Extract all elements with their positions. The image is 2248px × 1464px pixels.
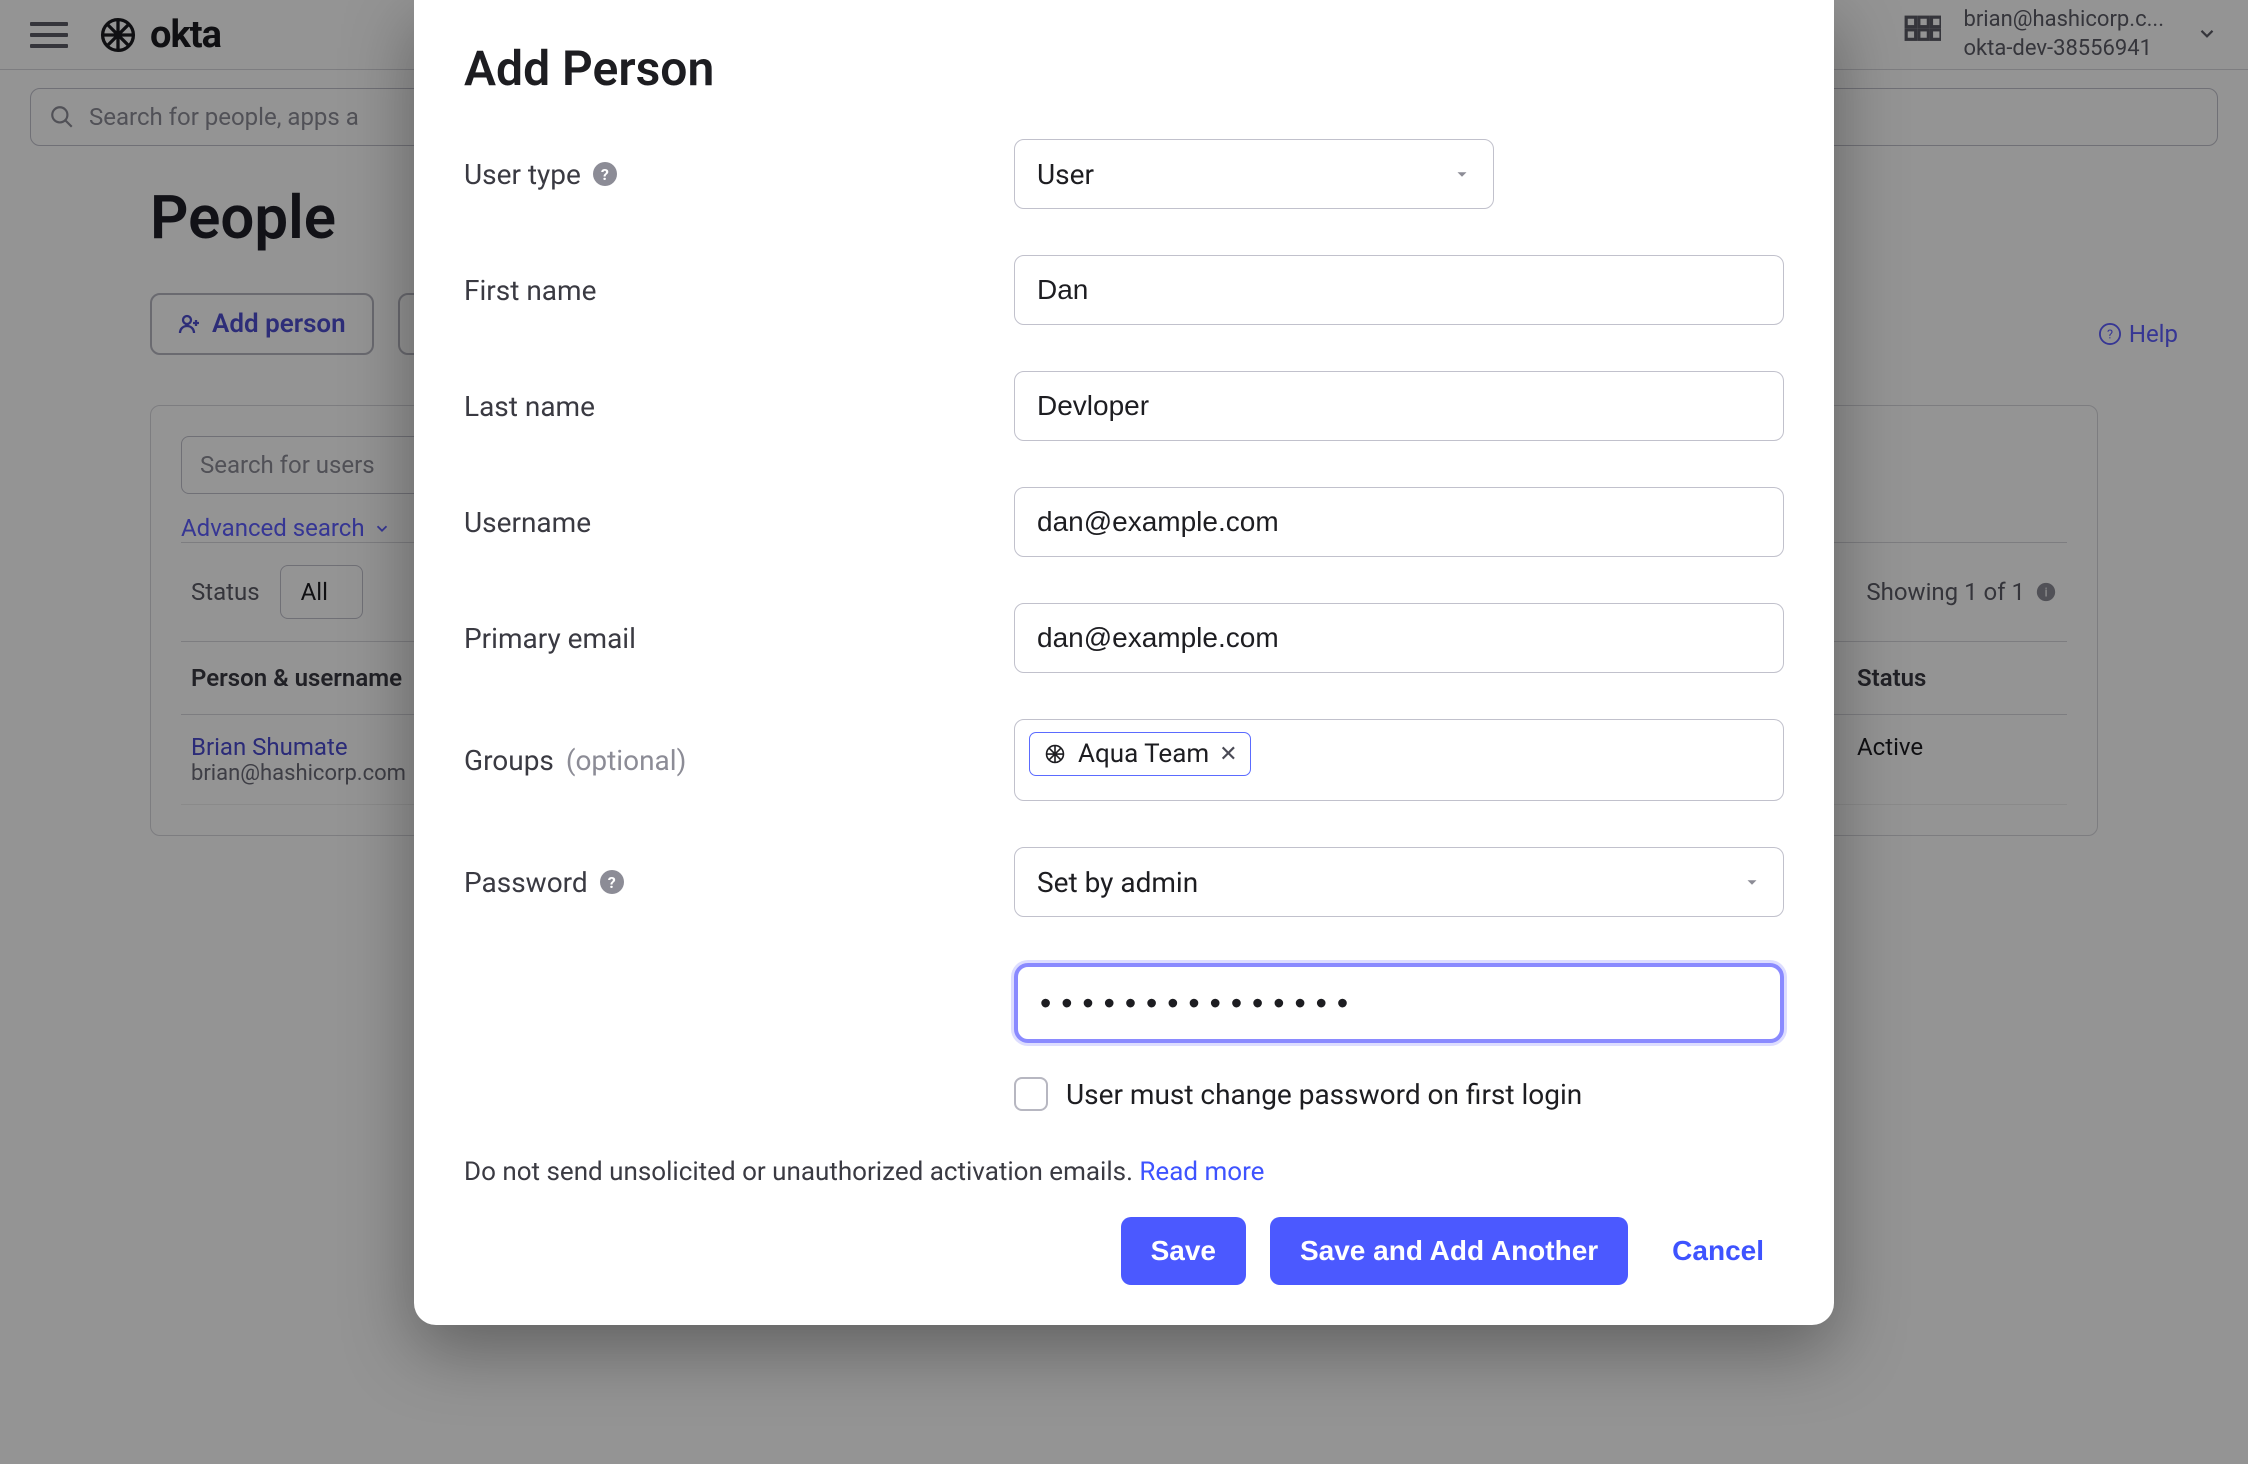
group-chip: Aqua Team ✕: [1029, 732, 1251, 776]
help-icon[interactable]: ?: [600, 870, 624, 894]
save-button[interactable]: Save: [1121, 1217, 1246, 1285]
username-input[interactable]: [1014, 487, 1784, 557]
label-last-name: Last name: [464, 390, 595, 423]
groups-input[interactable]: Aqua Team ✕: [1014, 719, 1784, 801]
label-password: Password: [464, 866, 588, 899]
first-name-input[interactable]: [1014, 255, 1784, 325]
modal-title: Add Person: [464, 40, 1784, 97]
chevron-down-icon: [1743, 873, 1761, 891]
label-user-type: User type: [464, 158, 581, 191]
add-person-modal: Add Person User type ? User First name L…: [414, 0, 1834, 1325]
label-primary-email: Primary email: [464, 622, 636, 655]
label-groups: Groups: [464, 744, 554, 777]
user-type-value: User: [1037, 158, 1094, 191]
okta-aperture-icon: [1042, 741, 1068, 767]
password-mode-select[interactable]: Set by admin: [1014, 847, 1784, 917]
primary-email-input[interactable]: [1014, 603, 1784, 673]
help-icon[interactable]: ?: [593, 162, 617, 186]
change-password-label: User must change password on first login: [1066, 1078, 1582, 1111]
password-mode-value: Set by admin: [1037, 866, 1198, 899]
group-chip-label: Aqua Team: [1078, 739, 1209, 769]
label-groups-optional: (optional): [566, 744, 686, 777]
save-add-another-button[interactable]: Save and Add Another: [1270, 1217, 1628, 1285]
activation-warning-text: Do not send unsolicited or unauthorized …: [464, 1157, 1139, 1187]
chevron-down-icon: [1453, 165, 1471, 183]
read-more-link[interactable]: Read more: [1139, 1157, 1264, 1187]
label-first-name: First name: [464, 274, 596, 307]
password-input[interactable]: [1014, 963, 1784, 1043]
last-name-input[interactable]: [1014, 371, 1784, 441]
cancel-button[interactable]: Cancel: [1652, 1217, 1784, 1285]
change-password-checkbox[interactable]: [1014, 1077, 1048, 1111]
activation-warning: Do not send unsolicited or unauthorized …: [464, 1157, 1784, 1187]
remove-chip-icon[interactable]: ✕: [1219, 742, 1237, 767]
label-username: Username: [464, 506, 591, 539]
user-type-select[interactable]: User: [1014, 139, 1494, 209]
